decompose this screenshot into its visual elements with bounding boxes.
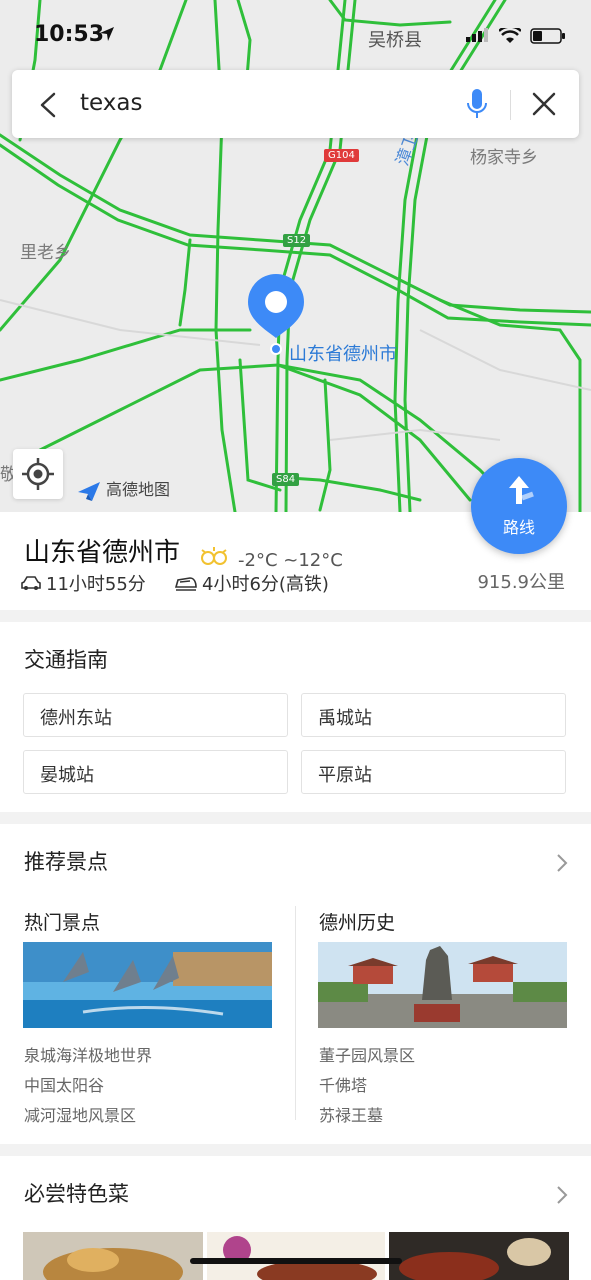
dish-image — [389, 1232, 569, 1280]
history-spot-item[interactable]: 苏禄王墓 — [319, 1102, 383, 1126]
station-label: 平原站 — [318, 765, 372, 786]
location-arrow-icon — [100, 27, 114, 41]
history-title: 德州历史 — [319, 912, 396, 934]
statue-image — [318, 942, 567, 1028]
column-divider — [295, 906, 296, 1120]
road-badge-s84: S84 — [272, 473, 300, 486]
dish-photo[interactable] — [23, 1232, 203, 1280]
dish-image — [207, 1232, 385, 1280]
home-indicator[interactable] — [190, 1258, 402, 1264]
signal-icon — [466, 28, 488, 42]
status-town-label: 吴桥县 — [368, 30, 422, 51]
station-label: 晏城站 — [40, 765, 94, 786]
traffic-guide-title: 交通指南 — [24, 648, 108, 672]
battery-icon — [530, 28, 565, 44]
signature-dishes-title[interactable]: 必尝特色菜 — [24, 1178, 129, 1208]
dolphin-show-image — [23, 942, 272, 1028]
station-button[interactable]: 平原站 — [301, 750, 566, 794]
route-button-label: 路线 — [502, 518, 535, 537]
wifi-icon — [499, 28, 521, 43]
station-label: 德州东站 — [40, 708, 112, 729]
place-name: 山东省德州市 — [24, 538, 181, 568]
route-button[interactable]: 路线 — [471, 458, 567, 554]
status-bar: 10:53 吴桥县 — [0, 0, 591, 70]
amap-logo: 高德地图 — [76, 476, 170, 502]
locate-me-button[interactable] — [13, 449, 63, 499]
weather-sunny-icon — [201, 547, 227, 565]
popular-spot-item[interactable]: 减河湿地风景区 — [24, 1102, 136, 1126]
temperature: -2°C ~12°C — [238, 550, 343, 571]
dish-photo[interactable] — [207, 1232, 385, 1280]
chevron-right-icon[interactable] — [555, 1184, 569, 1206]
recommended-spots-section: 推荐景点 热门景点 泉城海洋极地世界 中国太阳谷 减河湿地风景区 德州历史 董子… — [0, 824, 591, 1144]
map-label-yangjiasi: 杨家寺乡 — [470, 148, 538, 168]
dish-image — [23, 1232, 203, 1280]
popular-spot-item[interactable]: 中国太阳谷 — [24, 1072, 104, 1096]
back-arrow-icon[interactable] — [34, 90, 64, 120]
search-query[interactable]: texas — [80, 90, 142, 116]
history-photo[interactable] — [318, 942, 567, 1028]
station-button[interactable]: 晏城站 — [23, 750, 288, 794]
amap-logo-icon — [78, 481, 100, 501]
popular-spots-title: 热门景点 — [24, 912, 101, 934]
train-time: 4小时6分(高铁) — [202, 574, 329, 595]
close-icon[interactable] — [530, 90, 558, 118]
clock: 10:53 — [34, 22, 105, 47]
pin-label[interactable]: 山东省德州市 — [289, 340, 397, 366]
search-bar[interactable]: texas — [12, 70, 579, 138]
search-divider — [510, 90, 511, 120]
popular-spot-item[interactable]: 泉城海洋极地世界 — [24, 1042, 152, 1066]
train-icon — [174, 577, 197, 591]
route-arrow-icon — [509, 476, 534, 504]
history-spot-item[interactable]: 董子园风景区 — [319, 1042, 415, 1066]
history-spot-item[interactable]: 千佛塔 — [319, 1072, 367, 1096]
drive-time: 11小时55分 — [46, 574, 146, 595]
traffic-guide-section: 交通指南 德州东站 禹城站 晏城站 平原站 — [0, 622, 591, 812]
microphone-icon[interactable] — [464, 87, 490, 121]
station-label: 禹城站 — [318, 708, 372, 729]
station-button[interactable]: 德州东站 — [23, 693, 288, 737]
road-badge-s12: S12 — [283, 234, 311, 247]
chevron-right-icon[interactable] — [555, 852, 569, 874]
station-button[interactable]: 禹城站 — [301, 693, 566, 737]
crosshair-icon — [22, 458, 54, 490]
road-badge-g104: G104 — [324, 149, 359, 162]
amap-logo-text: 高德地图 — [106, 480, 171, 499]
dish-photo[interactable] — [389, 1232, 569, 1280]
popular-spots-photo[interactable] — [23, 942, 272, 1028]
distance: 915.9公里 — [477, 572, 565, 593]
recommended-spots-title[interactable]: 推荐景点 — [24, 846, 108, 876]
map-label-lilao: 里老乡 — [20, 243, 71, 263]
car-icon — [21, 576, 41, 590]
